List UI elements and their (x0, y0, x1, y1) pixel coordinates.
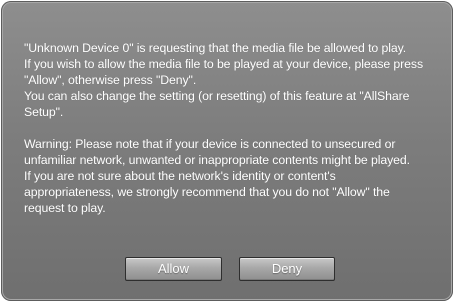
deny-button[interactable]: Deny (239, 257, 335, 281)
media-permission-dialog: "Unknown Device 0" is requesting that th… (1, 1, 453, 301)
request-paragraph: "Unknown Device 0" is requesting that th… (24, 41, 424, 119)
warning-paragraph: Warning: Please note that if your device… (24, 137, 410, 215)
allow-button[interactable]: Allow (125, 257, 222, 281)
dialog-message: "Unknown Device 0" is requesting that th… (24, 40, 429, 216)
